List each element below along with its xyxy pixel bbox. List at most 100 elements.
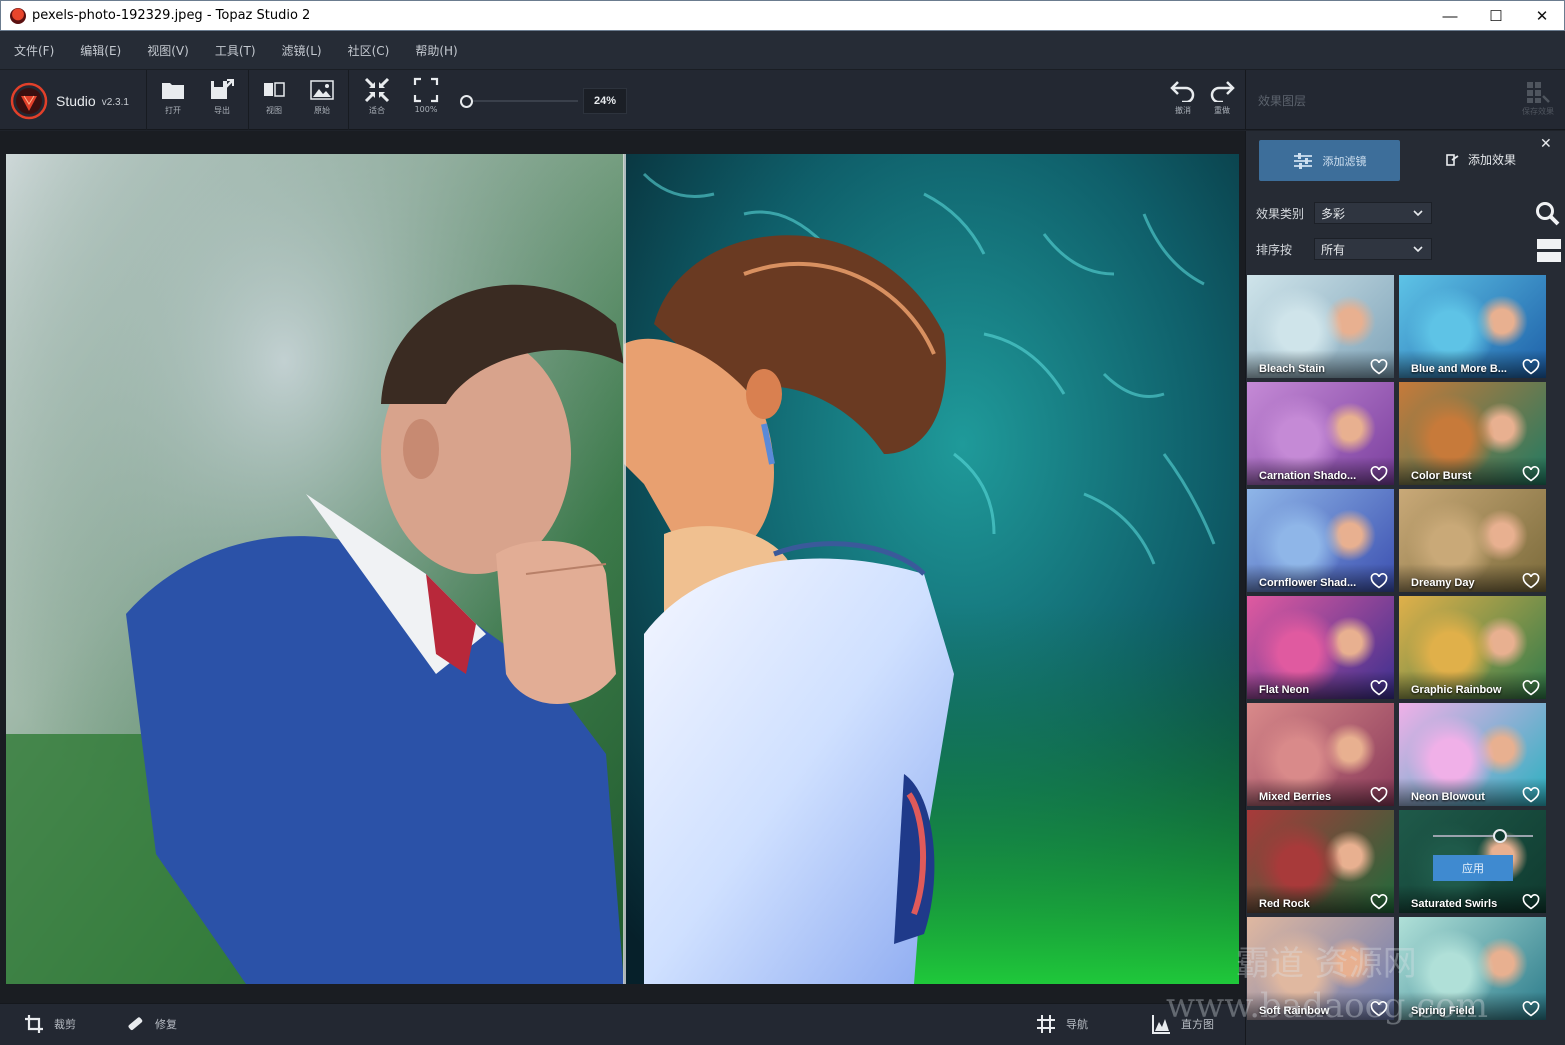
effect-thumbnail[interactable]: Color Burst — [1399, 382, 1546, 485]
favorite-heart-icon[interactable] — [1522, 787, 1540, 803]
search-button[interactable] — [1535, 201, 1561, 232]
effect-strength-knob[interactable] — [1493, 829, 1507, 843]
favorite-heart-icon[interactable] — [1370, 573, 1388, 589]
topaz-app-icon — [10, 7, 26, 24]
export-label: 导出 — [214, 106, 230, 115]
effect-name: Carnation Shado... — [1259, 470, 1357, 482]
add-effect-icon — [1446, 153, 1459, 166]
sort-select[interactable]: 所有 — [1314, 238, 1432, 260]
topaz-logo-icon — [10, 82, 48, 120]
favorite-heart-icon[interactable] — [1522, 573, 1540, 589]
effect-name: Bleach Stain — [1259, 363, 1326, 375]
effect-name: Color Burst — [1411, 470, 1472, 482]
photo-preview[interactable] — [6, 154, 1239, 984]
fit-label: 适合 — [369, 106, 385, 115]
sort-label: 排序按 — [1256, 242, 1293, 257]
zoom-100-button[interactable]: 100% — [406, 77, 446, 124]
favorite-heart-icon[interactable] — [1370, 359, 1388, 375]
brand-name: Studio — [56, 93, 96, 109]
chevron-down-icon — [1413, 210, 1423, 216]
menu-edit[interactable]: 编辑(E) — [80, 42, 121, 59]
undo-icon — [1170, 78, 1196, 102]
redo-label: 重做 — [1214, 106, 1230, 115]
menu-filters[interactable]: 滤镜(L) — [282, 42, 322, 59]
effect-thumbnail[interactable]: Bleach Stain — [1247, 275, 1394, 378]
favorite-heart-icon[interactable] — [1522, 1001, 1540, 1017]
effect-thumbnail[interactable]: Flat Neon — [1247, 596, 1394, 699]
menu-community[interactable]: 社区(C) — [348, 42, 390, 59]
watermark-text: 霸道 资源网 — [1236, 944, 1417, 984]
sliders-icon — [1293, 152, 1312, 169]
export-button[interactable]: 导出 — [202, 78, 242, 124]
minimize-button[interactable]: — — [1427, 1, 1473, 31]
zoom-slider[interactable] — [460, 95, 578, 108]
window-titlebar: pexels-photo-192329.jpeg - Topaz Studio … — [0, 0, 1565, 31]
favorite-heart-icon[interactable] — [1522, 359, 1540, 375]
effect-thumbnail[interactable]: Blue and More B... — [1399, 275, 1546, 378]
effects-layer-header: 效果图层 保存效果 — [1245, 70, 1565, 130]
effect-thumbnail[interactable]: Graphic Rainbow — [1399, 596, 1546, 699]
favorite-heart-icon[interactable] — [1522, 466, 1540, 482]
bottom-toolbar: 裁剪 修复 导航 直方图 — [0, 1003, 1245, 1045]
effect-thumbnail[interactable]: Cornflower Shad... — [1247, 489, 1394, 592]
menu-help[interactable]: 帮助(H) — [415, 42, 457, 59]
fit-button[interactable]: 适合 — [357, 77, 397, 124]
repair-button[interactable]: 修复 — [125, 1014, 177, 1034]
favorite-heart-icon[interactable] — [1370, 466, 1388, 482]
effect-thumbnail[interactable]: Carnation Shado... — [1247, 382, 1394, 485]
apply-button[interactable]: 应用 — [1433, 855, 1513, 881]
repair-label: 修复 — [155, 1018, 177, 1031]
favorite-heart-icon[interactable] — [1370, 680, 1388, 696]
image-canvas[interactable] — [0, 131, 1245, 1003]
effect-name: Neon Blowout — [1411, 791, 1485, 803]
add-effect-button[interactable]: 添加效果 — [1446, 151, 1516, 168]
effect-thumbnail[interactable]: Neon Blowout — [1399, 703, 1546, 806]
effect-name: Red Rock — [1259, 898, 1310, 910]
favorite-heart-icon[interactable] — [1522, 894, 1540, 910]
view-button[interactable]: 视图 — [254, 78, 294, 124]
effect-thumbnail[interactable]: Dreamy Day — [1399, 489, 1546, 592]
open-button[interactable]: 打开 — [153, 78, 193, 124]
undo-button[interactable]: 撤消 — [1163, 78, 1203, 124]
effect-name: Flat Neon — [1259, 684, 1310, 696]
favorite-heart-icon[interactable] — [1370, 787, 1388, 803]
crop-button[interactable]: 裁剪 — [24, 1014, 76, 1034]
main-toolbar: Studio v2.3.1 打开 导出 视图 原始 适合 100% 24% 撤消… — [0, 70, 1245, 130]
original-button[interactable]: 原始 — [302, 78, 342, 124]
undo-label: 撤消 — [1175, 106, 1191, 115]
add-effect-label: 添加效果 — [1468, 153, 1517, 167]
brand-logo: Studio v2.3.1 — [10, 82, 129, 120]
save-effect-button[interactable]: 保存效果 — [1518, 80, 1558, 124]
effect-name: Blue and More B... — [1411, 363, 1507, 375]
navigator-button[interactable]: 导航 — [1036, 1014, 1088, 1034]
add-filter-button[interactable]: 添加滤镜 — [1259, 140, 1400, 181]
zoom-slider-track — [466, 100, 578, 102]
comparison-divider[interactable] — [623, 154, 626, 984]
favorite-heart-icon[interactable] — [1522, 680, 1540, 696]
effect-thumbnail[interactable]: Red Rock — [1247, 810, 1394, 913]
layout-toggle-button[interactable] — [1537, 239, 1561, 268]
menu-tools[interactable]: 工具(T) — [215, 42, 256, 59]
redo-button[interactable]: 重做 — [1202, 78, 1242, 124]
close-panel-button[interactable]: ✕ — [1540, 135, 1552, 152]
window-title: pexels-photo-192329.jpeg - Topaz Studio … — [32, 8, 311, 23]
maximize-button[interactable]: ☐ — [1473, 1, 1519, 31]
category-select[interactable]: 多彩 — [1314, 202, 1432, 224]
favorite-heart-icon[interactable] — [1370, 894, 1388, 910]
zoom-percent-field[interactable]: 24% — [583, 88, 627, 114]
list-view-icon — [1537, 239, 1561, 262]
effect-thumbnail[interactable]: Mixed Berries — [1247, 703, 1394, 806]
bandage-icon — [128, 1017, 143, 1030]
crop-label: 裁剪 — [54, 1018, 76, 1031]
folder-icon — [160, 78, 186, 102]
effect-name: Saturated Swirls — [1411, 898, 1498, 910]
close-window-button[interactable]: ✕ — [1519, 1, 1565, 31]
menu-view[interactable]: 视图(V) — [147, 42, 189, 59]
zoom-slider-knob[interactable] — [460, 95, 473, 108]
view-label: 视图 — [266, 106, 282, 115]
effect-name: Graphic Rainbow — [1411, 684, 1502, 696]
effect-photo-half — [624, 154, 1239, 984]
effect-thumbnail[interactable]: 应用 Saturated Swirls — [1399, 810, 1546, 913]
effect-strength-slider[interactable] — [1433, 835, 1533, 837]
menu-file[interactable]: 文件(F) — [14, 42, 54, 59]
